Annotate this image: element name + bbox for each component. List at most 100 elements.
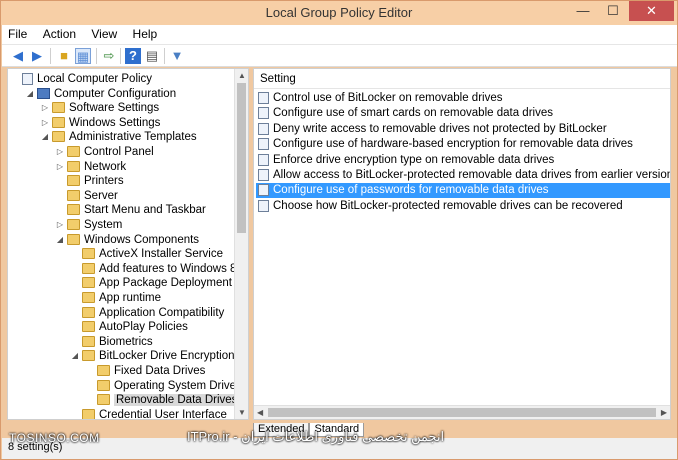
tree-item[interactable]: Add features to Windows 8.1 bbox=[70, 262, 246, 276]
tree-item[interactable]: Printers bbox=[55, 174, 124, 188]
expand-arrow-icon[interactable]: ▷ bbox=[55, 145, 65, 159]
collapse-arrow-icon[interactable]: ◢ bbox=[70, 349, 80, 363]
folder-icon bbox=[52, 102, 65, 114]
menu-help[interactable]: Help bbox=[127, 25, 164, 43]
setting-row[interactable]: Enforce drive encryption type on removab… bbox=[256, 153, 670, 168]
tree-item-label: Removable Data Drives bbox=[114, 394, 240, 407]
up-folder-icon[interactable]: ■ bbox=[56, 48, 72, 64]
tree-item-label: App runtime bbox=[99, 292, 162, 304]
collapse-arrow-icon[interactable]: ◢ bbox=[40, 130, 50, 144]
scroll-down-icon[interactable]: ▼ bbox=[238, 408, 246, 417]
tree-item[interactable]: ▷ Network bbox=[55, 160, 126, 174]
menu-view[interactable]: View bbox=[85, 25, 123, 43]
tree-item[interactable]: ◢ BitLocker Drive Encryption bbox=[70, 349, 235, 363]
folder-icon bbox=[82, 277, 95, 289]
minimize-button[interactable]: — bbox=[569, 1, 597, 21]
policy-setting-icon bbox=[258, 153, 269, 166]
tree-item-label: App Package Deployment bbox=[99, 277, 232, 290]
filter-icon[interactable]: ▼ bbox=[169, 48, 185, 64]
folder-icon bbox=[67, 146, 80, 157]
setting-row[interactable]: Configure use of smart cards on removabl… bbox=[256, 106, 670, 121]
tree-item-label: Fixed Data Drives bbox=[114, 365, 206, 377]
expand-arrow-icon[interactable]: ▷ bbox=[55, 160, 65, 174]
scroll-right-icon[interactable]: ▶ bbox=[661, 408, 667, 417]
export-icon[interactable]: ⇨ bbox=[101, 48, 117, 64]
folder-icon bbox=[82, 350, 95, 362]
tree-item-label: Control Panel bbox=[84, 146, 154, 158]
collapse-arrow-icon[interactable]: ◢ bbox=[25, 87, 35, 101]
back-icon[interactable]: ◀ bbox=[10, 48, 26, 64]
expand-arrow-icon[interactable]: ▷ bbox=[40, 101, 50, 115]
tree-item[interactable]: Removable Data Drives bbox=[85, 393, 240, 407]
toolbar: ◀ ▶ ■ ▦ ⇨ ? ▤ ▼ bbox=[2, 45, 677, 67]
setting-label: Allow access to BitLocker-protected remo… bbox=[273, 169, 670, 181]
policy-setting-icon bbox=[258, 107, 269, 120]
folder-icon bbox=[82, 408, 95, 419]
tree-item[interactable]: ▷ Control Panel bbox=[55, 145, 154, 159]
setting-label: Enforce drive encryption type on removab… bbox=[273, 153, 555, 166]
tree-item[interactable]: App Package Deployment bbox=[70, 276, 232, 290]
setting-label: Configure use of smart cards on removabl… bbox=[273, 107, 553, 120]
menu-action[interactable]: Action bbox=[37, 25, 82, 43]
expand-arrow-icon[interactable]: ▷ bbox=[55, 218, 65, 232]
tree-item[interactable]: Biometrics bbox=[70, 335, 153, 349]
horizontal-scrollbar[interactable]: ◀ ▶ bbox=[254, 405, 670, 419]
help-icon[interactable]: ? bbox=[125, 48, 141, 64]
tree-item[interactable]: Server bbox=[55, 189, 118, 203]
scroll-left-icon[interactable]: ◀ bbox=[257, 408, 263, 417]
window: Local Group Policy Editor — ☐ ✕ File Act… bbox=[0, 0, 678, 460]
tree-item[interactable]: App runtime bbox=[70, 291, 161, 305]
setting-label: Control use of BitLocker on removable dr… bbox=[273, 92, 503, 104]
scrollbar-thumb[interactable] bbox=[268, 408, 656, 417]
properties-icon[interactable]: ▤ bbox=[144, 48, 160, 64]
folder-icon bbox=[67, 160, 80, 172]
setting-column-header[interactable]: Setting bbox=[254, 69, 670, 89]
collapse-arrow-icon[interactable]: ◢ bbox=[55, 233, 65, 247]
tree-item[interactable]: ActiveX Installer Service bbox=[70, 247, 223, 261]
setting-row[interactable]: Configure use of hardware-based encrypti… bbox=[256, 137, 670, 152]
scroll-up-icon[interactable]: ▲ bbox=[238, 71, 246, 80]
menu-file[interactable]: File bbox=[2, 25, 33, 43]
setting-row[interactable]: Choose how BitLocker-protected removable… bbox=[256, 199, 670, 214]
setting-row[interactable]: Control use of BitLocker on removable dr… bbox=[256, 91, 670, 106]
tree-item-label: Network bbox=[84, 160, 127, 173]
tree-item-label: Operating System Drives bbox=[114, 379, 242, 392]
folder-icon bbox=[67, 175, 80, 187]
tree-item-label: Local Computer Policy bbox=[37, 73, 153, 85]
tree-item[interactable]: ◢ Windows Components bbox=[55, 233, 199, 247]
tree-item[interactable]: Operating System Drives bbox=[85, 379, 242, 393]
menubar: File Action View Help bbox=[2, 25, 677, 45]
forward-icon[interactable]: ▶ bbox=[29, 48, 45, 64]
computer-icon bbox=[37, 87, 50, 99]
setting-row[interactable]: Deny write access to removable drives no… bbox=[256, 122, 670, 137]
tree-item-label: Application Compatibility bbox=[99, 306, 225, 319]
tree-item-label: Computer Configuration bbox=[54, 87, 177, 100]
scrollbar-thumb[interactable] bbox=[237, 83, 246, 233]
setting-row[interactable]: Allow access to BitLocker-protected remo… bbox=[256, 168, 670, 183]
tree-item[interactable]: ◢ Administrative Templates bbox=[40, 130, 197, 144]
tree-item[interactable]: ▷ System bbox=[55, 218, 122, 232]
watermark-right: ITPro.ir - انجمن تخصصی فناوری اطلاعات ای… bbox=[187, 429, 445, 444]
tree-item[interactable]: Fixed Data Drives bbox=[85, 364, 205, 378]
close-button[interactable]: ✕ bbox=[629, 1, 674, 21]
show-hide-tree-icon[interactable]: ▦ bbox=[75, 48, 91, 64]
folder-icon bbox=[82, 292, 95, 303]
watermark-left: TOSINSO.COM bbox=[9, 431, 100, 445]
tree-item[interactable]: ▷ Windows Settings bbox=[40, 116, 160, 130]
tree-item[interactable]: Local Computer Policy bbox=[10, 72, 152, 86]
folder-icon bbox=[82, 335, 95, 347]
titlebar[interactable]: Local Group Policy Editor — ☐ ✕ bbox=[1, 1, 677, 25]
tree-item[interactable]: AutoPlay Policies bbox=[70, 320, 188, 334]
maximize-button[interactable]: ☐ bbox=[599, 1, 627, 21]
tree-item[interactable]: ▷ Software Settings bbox=[40, 101, 159, 115]
folder-icon bbox=[97, 379, 110, 391]
expand-arrow-icon[interactable]: ▷ bbox=[40, 116, 50, 130]
vertical-scrollbar[interactable]: ▲ ▼ bbox=[234, 69, 248, 419]
tree-item[interactable]: ◢ Computer Configuration bbox=[25, 87, 176, 101]
tree-item[interactable]: Credential User Interface bbox=[70, 408, 227, 419]
tree-item[interactable]: Application Compatibility bbox=[70, 306, 224, 320]
policy-setting-icon bbox=[258, 184, 269, 197]
setting-row[interactable]: Configure use of passwords for removable… bbox=[256, 183, 670, 199]
tree-item[interactable]: Start Menu and Taskbar bbox=[55, 203, 206, 217]
tree-item-label: Printers bbox=[84, 175, 124, 188]
